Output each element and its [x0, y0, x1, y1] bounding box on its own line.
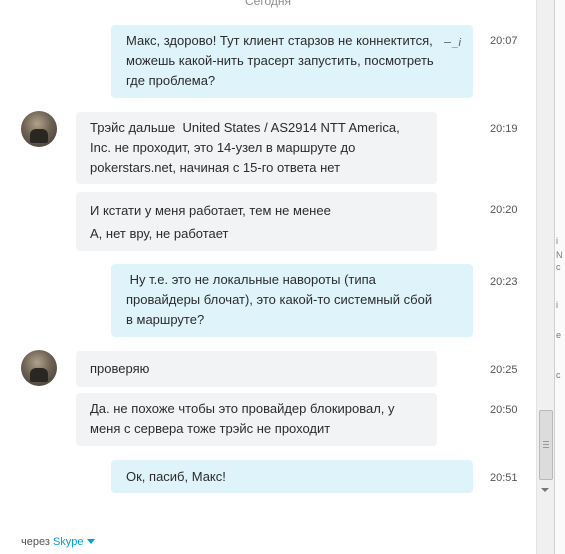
- chat-history-pane: Сегодня Макс, здорово! Тут клиент старзо…: [0, 0, 536, 554]
- message-bubble-incoming[interactable]: Да. не похоже чтобы это провайдер блокир…: [76, 393, 437, 446]
- adjacent-window-edge: i N c i e c: [554, 0, 565, 554]
- message-bubble-incoming[interactable]: проверяю: [76, 351, 437, 387]
- vertical-scrollbar[interactable]: [536, 0, 554, 554]
- message-timestamp: 20:25: [490, 364, 518, 376]
- message-text: И кстати у меня работает, тем не менее А…: [90, 203, 331, 241]
- message-bubble-outgoing[interactable]: Ок, пасиб, Макс!: [111, 460, 473, 493]
- scrollbar-thumb[interactable]: [539, 410, 553, 480]
- contact-avatar[interactable]: [21, 111, 57, 147]
- message-text: Трэйс дальше United States / AS2914 NTT …: [90, 120, 400, 175]
- footer-prefix: через: [21, 536, 50, 548]
- message-text: Ну т.е. это не локальные навороты (типа …: [126, 272, 433, 327]
- message-timestamp: 20:07: [490, 35, 518, 47]
- message-timestamp: 20:20: [490, 204, 518, 216]
- contact-avatar[interactable]: [21, 350, 57, 386]
- message-bubble-outgoing[interactable]: Ну т.е. это не локальные навороты (типа …: [111, 264, 473, 337]
- day-label: Сегодня: [245, 0, 291, 8]
- message-bubble-incoming[interactable]: Трэйс дальше United States / AS2914 NTT …: [76, 112, 437, 184]
- day-separator: Сегодня: [0, 0, 536, 8]
- edge-char: N: [556, 250, 563, 260]
- edge-char: c: [556, 370, 561, 380]
- message-text: Да. не похоже чтобы это провайдер блокир…: [90, 401, 395, 436]
- message-timestamp: 20:51: [490, 472, 518, 484]
- edge-char: i: [556, 300, 558, 310]
- scroll-down-arrow-icon[interactable]: [541, 488, 549, 492]
- edge-char: i: [556, 236, 558, 246]
- message-bubble-outgoing[interactable]: Макс, здорово! Тут клиент старзов не кон…: [111, 25, 473, 98]
- edited-icon[interactable]: _i: [444, 33, 461, 53]
- service-name: Skype: [52, 536, 84, 548]
- message-text: Ок, пасиб, Макс!: [126, 469, 226, 484]
- message-timestamp: 20:50: [490, 404, 518, 416]
- chevron-down-icon: [86, 539, 95, 544]
- message-text: Макс, здорово! Тут клиент старзов не кон…: [126, 33, 434, 88]
- message-text: проверяю: [90, 361, 150, 376]
- message-bubble-incoming[interactable]: И кстати у меня работает, тем не менее А…: [76, 192, 437, 251]
- chat-source-footer: через Skype: [21, 536, 95, 548]
- edge-char: c: [556, 262, 561, 272]
- edge-char: e: [556, 330, 562, 340]
- message-timestamp: 20:19: [490, 123, 518, 135]
- service-selector[interactable]: Skype: [53, 536, 95, 548]
- message-timestamp: 20:23: [490, 276, 518, 288]
